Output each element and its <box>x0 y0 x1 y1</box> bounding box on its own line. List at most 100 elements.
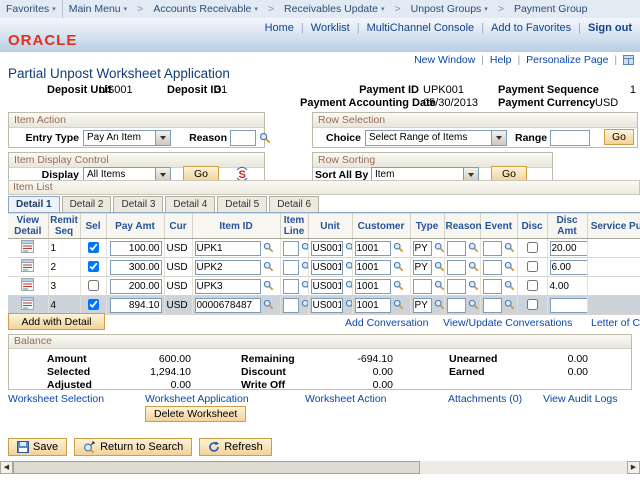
sel-checkbox[interactable] <box>88 242 99 253</box>
item-line-lookup-icon[interactable] <box>301 299 308 310</box>
breadcrumb-item-main-menu[interactable]: Main Menu ▾ <box>63 0 133 18</box>
reason-lookup-icon[interactable] <box>259 132 271 144</box>
add-to-favorites-link[interactable]: Add to Favorites <box>491 22 571 34</box>
unit-input[interactable] <box>311 260 343 275</box>
new-window-link[interactable]: New Window <box>414 54 475 66</box>
view-update-conversations-link[interactable]: View/Update Conversations <box>443 317 572 329</box>
pay-amt-input[interactable] <box>110 260 162 275</box>
event-lookup-icon[interactable] <box>504 242 515 253</box>
reason-input[interactable] <box>447 260 466 275</box>
type-lookup-icon[interactable] <box>434 242 444 253</box>
view-detail-icon[interactable] <box>21 297 34 310</box>
reason-input[interactable] <box>447 241 466 256</box>
personalize-page-link[interactable]: Personalize Page <box>526 54 608 66</box>
copy-url-icon[interactable] <box>623 55 634 65</box>
type-input[interactable] <box>413 279 432 294</box>
worksheet-action-link[interactable]: Worksheet Action <box>305 393 387 405</box>
unit-lookup-icon[interactable] <box>345 299 352 310</box>
sign-out-link[interactable]: Sign out <box>588 22 632 34</box>
breadcrumb-item-accounts-receivable[interactable]: Accounts Receivable ▾ <box>147 0 264 18</box>
type-input[interactable] <box>413 241 432 256</box>
customer-input[interactable] <box>355 298 391 313</box>
return-to-search-button[interactable]: Return to Search <box>74 438 192 456</box>
unit-input[interactable] <box>311 298 343 313</box>
event-lookup-icon[interactable] <box>504 261 515 272</box>
unit-input[interactable] <box>311 279 343 294</box>
tab-detail-1[interactable]: Detail 1 <box>8 196 60 212</box>
refresh-button[interactable]: Refresh <box>199 438 272 456</box>
item-id-lookup-icon[interactable] <box>263 261 274 272</box>
disc-amt-input[interactable] <box>550 298 588 313</box>
help-link[interactable]: Help <box>490 54 512 66</box>
worksheet-selection-link[interactable]: Worksheet Selection <box>8 393 104 405</box>
reason-lookup-icon[interactable] <box>468 242 479 253</box>
unit-lookup-icon[interactable] <box>345 261 352 272</box>
item-id-input[interactable] <box>195 279 261 294</box>
reason-input[interactable] <box>447 298 466 313</box>
horizontal-scrollbar[interactable]: ◀ ▶ <box>0 461 640 474</box>
breadcrumb-item-receivables-update[interactable]: Receivables Update ▾ <box>278 0 391 18</box>
view-detail-icon[interactable] <box>21 259 34 272</box>
pay-amt-input[interactable] <box>110 241 162 256</box>
tab-detail-5[interactable]: Detail 5 <box>217 196 267 212</box>
customer-lookup-icon[interactable] <box>393 299 404 310</box>
delete-worksheet-button[interactable]: Delete Worksheet <box>145 406 246 422</box>
item-line-lookup-icon[interactable] <box>301 280 308 291</box>
tab-detail-2[interactable]: Detail 2 <box>62 196 112 212</box>
disc-checkbox[interactable] <box>527 261 538 272</box>
customer-lookup-icon[interactable] <box>393 261 404 272</box>
view-detail-icon[interactable] <box>21 278 34 291</box>
breadcrumb-item-unpost-groups[interactable]: Unpost Groups ▾ <box>405 0 494 18</box>
type-input[interactable] <box>413 298 432 313</box>
worksheet-application-link[interactable]: Worksheet Application <box>145 393 249 405</box>
row-selection-go-button[interactable]: Go <box>604 129 634 145</box>
save-button[interactable]: Save <box>8 438 67 456</box>
customer-lookup-icon[interactable] <box>393 242 404 253</box>
type-lookup-icon[interactable] <box>434 299 444 310</box>
item-id-lookup-icon[interactable] <box>263 299 274 310</box>
event-lookup-icon[interactable] <box>504 299 515 310</box>
event-lookup-icon[interactable] <box>504 280 515 291</box>
reason-input[interactable] <box>447 279 466 294</box>
multichannel-console-link[interactable]: MultiChannel Console <box>367 22 475 34</box>
item-line-lookup-icon[interactable] <box>301 261 308 272</box>
event-input[interactable] <box>483 241 502 256</box>
choice-select[interactable]: Select Range of Items <box>365 130 507 146</box>
home-link[interactable]: Home <box>265 22 294 34</box>
type-lookup-icon[interactable] <box>434 280 444 291</box>
reason-lookup-icon[interactable] <box>468 261 479 272</box>
customer-lookup-icon[interactable] <box>393 280 404 291</box>
customer-input[interactable] <box>355 279 391 294</box>
item-line-input[interactable] <box>283 279 299 294</box>
scroll-right-arrow[interactable]: ▶ <box>627 461 640 474</box>
item-id-lookup-icon[interactable] <box>263 280 274 291</box>
view-detail-icon[interactable] <box>21 240 34 253</box>
customer-input[interactable] <box>355 241 391 256</box>
range-input[interactable] <box>550 130 590 146</box>
attachments-link[interactable]: Attachments (0) <box>448 393 522 405</box>
item-id-lookup-icon[interactable] <box>263 242 274 253</box>
disc-amt-input[interactable] <box>550 241 588 256</box>
reason-lookup-icon[interactable] <box>468 299 479 310</box>
worklist-link[interactable]: Worklist <box>311 22 350 34</box>
item-line-input[interactable] <box>283 260 299 275</box>
chevron-down-icon[interactable] <box>155 131 170 145</box>
item-line-input[interactable] <box>283 298 299 313</box>
unit-input[interactable] <box>311 241 343 256</box>
pay-amt-input[interactable] <box>110 279 162 294</box>
entry-type-select[interactable]: Pay An Item <box>83 130 171 146</box>
tab-detail-3[interactable]: Detail 3 <box>113 196 163 212</box>
item-line-lookup-icon[interactable] <box>301 242 308 253</box>
event-input[interactable] <box>483 279 502 294</box>
event-input[interactable] <box>483 298 502 313</box>
pay-amt-input[interactable] <box>110 298 162 313</box>
item-id-input[interactable] <box>195 298 261 313</box>
letter-of-credit-link[interactable]: Letter of Cre <box>591 317 640 329</box>
disc-amt-input[interactable] <box>550 260 588 275</box>
item-id-input[interactable] <box>195 241 261 256</box>
type-lookup-icon[interactable] <box>434 261 444 272</box>
chevron-down-icon[interactable] <box>491 131 506 145</box>
sel-checkbox[interactable] <box>88 299 99 310</box>
tab-detail-4[interactable]: Detail 4 <box>165 196 215 212</box>
customer-input[interactable] <box>355 260 391 275</box>
